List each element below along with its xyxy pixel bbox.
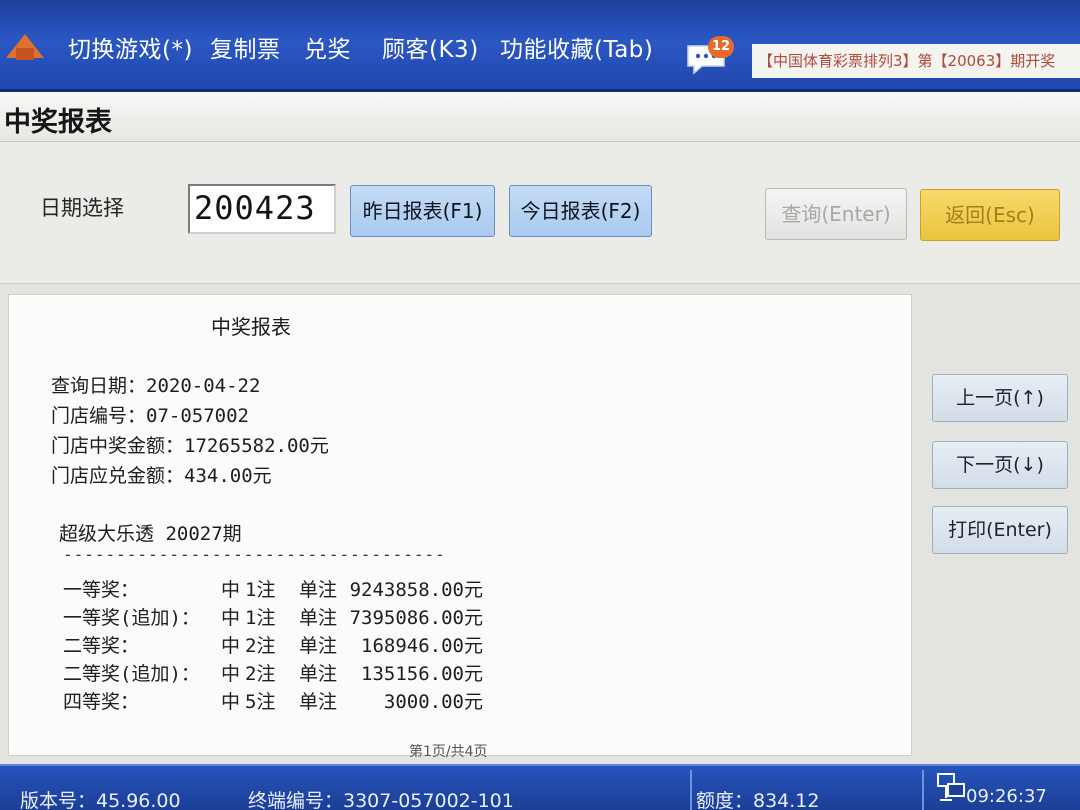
prize-name: 二等奖：	[63, 635, 140, 657]
prize-amount: 9243858.00元	[349, 579, 483, 601]
clock-text: 09:26:37	[966, 786, 1047, 807]
top-menu-bar: 切换游戏(*) 复制票 兑奖 顾客(K3) 功能收藏(Tab) 12 【中国体育…	[0, 0, 1080, 92]
status-bar: 版本号：45.96.00 终端编号：3307-057002-101 额度：834…	[0, 764, 1080, 810]
query-button[interactable]: 查询(Enter)	[765, 188, 907, 240]
prize-row: 二等奖： 中 2注 单注 168946.00元	[63, 631, 523, 657]
game-period: 超级大乐透 20027期	[59, 523, 242, 545]
prize-name: 一等奖(追加)：	[63, 607, 200, 629]
yesterday-report-button[interactable]: 昨日报表(F1)	[350, 185, 495, 237]
report-title: 中奖报表	[211, 315, 291, 339]
prev-page-button[interactable]: 上一页(↑)	[932, 374, 1068, 422]
prize-count: 2注	[245, 635, 276, 657]
prize-hit-label: 中	[221, 691, 241, 713]
menu-copy-ticket[interactable]: 复制票	[210, 30, 281, 64]
menu-favorites[interactable]: 功能收藏(Tab)	[500, 30, 653, 64]
prize-unit-label: 单注	[299, 663, 338, 685]
prize-row: 一等奖： 中 1注 单注 9243858.00元	[63, 575, 523, 601]
store-prize-total: 门店中奖金额：17265582.00元	[51, 435, 329, 457]
prize-amount: 7395086.00元	[349, 607, 483, 629]
separator-line: ------------------------------------	[63, 545, 446, 564]
status-divider	[690, 770, 692, 810]
prize-count: 1注	[245, 607, 276, 629]
home-logo-icon[interactable]	[2, 28, 48, 64]
news-ticker: 【中国体育彩票排列3】第【20063】期开奖	[752, 44, 1080, 78]
prize-name: 一等奖：	[63, 579, 140, 601]
balance-text: 额度：834.12	[696, 790, 820, 810]
prize-hit-label: 中	[221, 607, 241, 629]
main-area: 中奖报表 查询日期：2020-04-22 门店编号：07-057002 门店中奖…	[0, 284, 1080, 764]
date-input[interactable]: 200423	[188, 184, 336, 234]
network-icon	[937, 773, 965, 801]
prize-row: 二等奖(追加)： 中 2注 单注 135156.00元	[63, 659, 523, 685]
next-page-button[interactable]: 下一页(↓)	[932, 441, 1068, 489]
prize-count: 2注	[245, 663, 276, 685]
prize-unit-label: 单注	[299, 691, 338, 713]
prize-hit-label: 中	[221, 635, 241, 657]
query-controls: 日期选择 200423 昨日报表(F1) 今日报表(F2) 查询(Enter) …	[0, 142, 1080, 284]
message-count-badge: 12	[708, 36, 734, 58]
terminal-id-text: 终端编号：3307-057002-101	[248, 790, 514, 810]
date-label: 日期选择	[40, 196, 124, 220]
today-report-button[interactable]: 今日报表(F2)	[509, 185, 652, 237]
prize-row: 四等奖： 中 5注 单注 3000.00元	[63, 687, 523, 713]
prize-row: 一等奖(追加)： 中 1注 单注 7395086.00元	[63, 603, 523, 629]
page-title: 中奖报表	[4, 107, 112, 138]
store-payable: 门店应兑金额：434.00元	[51, 465, 272, 487]
prize-amount: 168946.00元	[361, 635, 483, 657]
prize-hit-label: 中	[221, 579, 241, 601]
query-date: 查询日期：2020-04-22	[51, 375, 261, 397]
prize-count: 5注	[245, 691, 276, 713]
prize-unit-label: 单注	[299, 607, 338, 629]
page-title-bar: 中奖报表	[0, 92, 1080, 142]
menu-redeem[interactable]: 兑奖	[304, 30, 351, 64]
prize-name: 二等奖(追加)：	[63, 663, 200, 685]
prize-unit-label: 单注	[299, 579, 338, 601]
version-text: 版本号：45.96.00	[20, 790, 181, 810]
menu-switch-game[interactable]: 切换游戏(*)	[68, 30, 193, 64]
prize-report-panel: 中奖报表 查询日期：2020-04-22 门店编号：07-057002 门店中奖…	[8, 294, 912, 760]
prize-unit-label: 单注	[299, 635, 338, 657]
page-indicator: 第1页/共4页	[409, 744, 488, 760]
prize-name: 四等奖：	[63, 691, 140, 713]
status-divider	[922, 770, 924, 810]
menu-customer[interactable]: 顾客(K3)	[382, 30, 479, 64]
prize-hit-label: 中	[221, 663, 241, 685]
prize-amount: 3000.00元	[383, 691, 483, 713]
back-button[interactable]: 返回(Esc)	[920, 189, 1060, 241]
print-button[interactable]: 打印(Enter)	[932, 506, 1068, 554]
prize-amount: 135156.00元	[361, 663, 483, 685]
store-id: 门店编号：07-057002	[51, 405, 249, 427]
prize-count: 1注	[245, 579, 276, 601]
